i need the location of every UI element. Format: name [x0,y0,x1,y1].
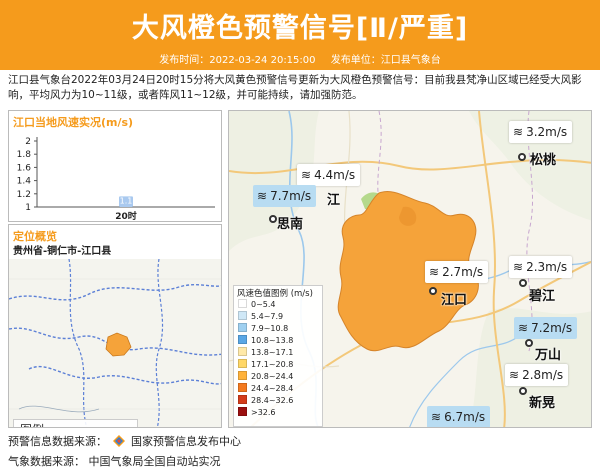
color-legend-item: 0~5.4 [238,299,276,310]
wind-icon: ≋ [513,260,524,274]
wind-bar-data-label: 1.1 [120,196,133,205]
warning-description: 江口县气象台2022年03月24日20时15分将大风黄色预警信号更新为大风橙色预… [8,74,582,101]
station-south-wind[interactable]: ≋ 6.7m/s [427,406,491,427]
swatch-7 [238,383,247,392]
wind-color-legend: 风速色值图例 (m/s) 0~5.4 5.4~7.9 7.9~10.8 10.8… [233,285,323,427]
overview-map-graphic [9,258,221,427]
wind-chart-title: 江口当地风速实况(m/s) [13,116,134,129]
wind-icon: ≋ [518,321,529,335]
wind-icon: ≋ [301,168,312,182]
station-songtao-wind[interactable]: ≋ 3.2m/s [509,121,573,143]
x-tick-label: 20时 [115,210,137,222]
wind-speed-chart-panel: 1 1.2 1.4 1.6 1.8 2 1.1 20时 江口当地风速实况(m/s) [8,110,222,222]
swatch-8 [238,395,247,404]
y-tick-label: 1 [25,203,31,213]
color-legend-item: 5.4~7.9 [238,311,283,322]
location-region: 贵州省-铜仁市-江口县 [13,246,112,257]
wind-icon: ≋ [257,189,268,203]
legend-title: 图例 [20,421,44,427]
color-legend-item: 17.1~20.8 [238,359,293,370]
city-xinhuang: 新晃 [529,396,556,411]
color-legend-item: 20.8~24.4 [238,371,293,382]
overview-legend: 图例 国界 省界 [13,419,138,427]
weather-source-label: 气象数据来源： [8,455,85,468]
color-legend-item: 28.4~32.6 [238,395,293,406]
city-songtao-dot-icon [518,153,526,161]
color-legend-item: 24.4~28.4 [238,383,293,394]
swatch-0 [238,299,247,308]
warning-source-link[interactable]: 国家预警信息发布中心 [131,435,241,448]
color-legend-item: 7.9~10.8 [238,323,288,334]
y-tick-label: 1.4 [17,177,32,187]
city-wanshan: 万山 [535,348,562,363]
city-jiangkou-dot-icon [429,287,437,295]
warning-source-line: 预警信息数据来源： 国家预警信息发布中心 [8,433,241,449]
y-tick-label: 1.2 [17,190,31,200]
publisher: 发布单位：江口县气象台 [330,55,441,66]
station-wanshan-wind[interactable]: ≋ 7.2m/s [514,317,578,339]
publish-time: 发布时间：2022-03-24 20:15:00 [159,55,316,66]
station-jiangkou-wind[interactable]: ≋ 2.7m/s [425,261,489,283]
city-yinjiang: 江 [327,193,341,208]
main-warning-map[interactable]: ≋ 3.2m/s ≋ 4.4m/s ≋ 7.7m/s ≋ 2.7m/s ≋ 2.3m/s … [228,110,592,428]
city-bijiang-dot-icon [519,279,527,287]
city-songtao: 松桃 [530,153,557,168]
y-tick-label: 1.6 [17,163,32,173]
y-tick-label: 2 [25,137,31,147]
swatch-9 [238,407,247,416]
swatch-2 [238,323,247,332]
weather-source: 中国气象局全国自动站实况 [88,455,221,468]
city-jiangkou: 江口 [441,293,468,308]
station-sinan-wind[interactable]: ≋ 7.7m/s [253,185,317,207]
color-legend-item: 10.8~13.8 [238,335,293,346]
city-bijiang: 碧江 [529,289,556,304]
station-bijiang-wind[interactable]: ≋ 2.3m/s [509,256,573,278]
city-wanshan-dot-icon [525,339,533,347]
warning-meta: 发布时间：2022-03-24 20:15:00 发布单位：江口县气象台 [0,51,600,66]
overview-map[interactable]: 图例 国界 省界 [9,258,221,427]
swatch-6 [238,371,247,380]
wind-icon: ≋ [513,125,524,139]
swatch-3 [238,335,247,344]
station-yinjiang-wind[interactable]: ≋ 4.4m/s [297,164,361,186]
location-overview-panel: 定位概览 贵州省-铜仁市-江口县 图例 国界 省界 [8,224,222,428]
wind-icon: ≋ [431,410,442,424]
wind-icon: ≋ [509,368,520,382]
color-legend-item: 13.8~17.1 [238,347,293,358]
city-sinan: 思南 [277,217,304,232]
warning-source-label: 预警信息数据来源： [8,435,107,448]
swatch-1 [238,311,247,320]
swatch-4 [238,347,247,356]
color-legend-title: 风速色值图例 (m/s) [237,289,313,299]
weather-source-line: 气象数据来源： 中国气象局全国自动站实况 [8,453,221,469]
wind-icon: ≋ [429,265,440,279]
warning-title: 大风橙色预警信号[Ⅱ/严重] [131,13,469,44]
city-sinan-dot-icon [269,215,277,223]
city-xinhuang-dot-icon [519,387,527,395]
warning-header: 大风橙色预警信号[Ⅱ/严重] 发布时间：2022-03-24 20:15:00 … [0,0,600,70]
station-xinhuang-wind[interactable]: ≋ 2.8m/s [505,364,569,386]
swatch-5 [238,359,247,368]
early-warning-logo-icon [112,435,125,447]
y-tick-label: 1.8 [17,150,32,160]
color-legend-item: >32.6 [238,407,276,418]
